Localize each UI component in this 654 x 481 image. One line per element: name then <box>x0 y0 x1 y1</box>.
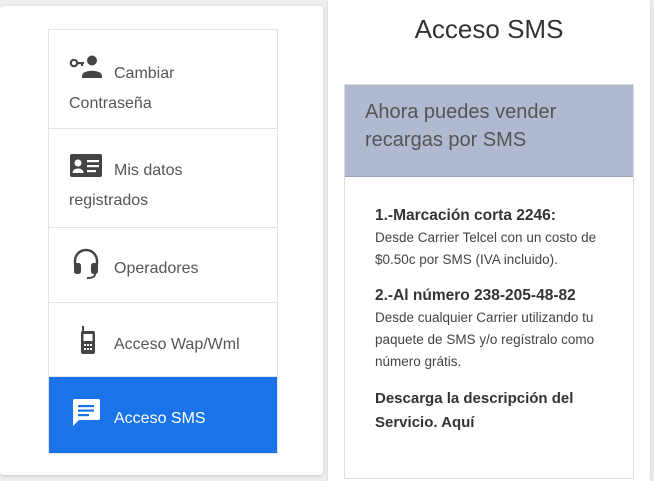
sms-info-panel: Ahora puedes vender recargas por SMS 1.-… <box>344 84 634 479</box>
sidebar-item-label: Acceso Wap/Wml <box>114 336 240 353</box>
sidebar-item-mis-datos[interactable]: Mis datos registrados <box>49 129 277 228</box>
step-item: 2.-Al número 238-205-48-82 Desde cualqui… <box>375 285 605 373</box>
sidebar-item-label: Acceso SMS <box>114 410 206 427</box>
sidebar-item-cambiar-contrasena[interactable]: Cambiar Contraseña <box>49 30 277 129</box>
step-title: 1.-Marcación corta 2246: <box>375 207 556 224</box>
mobile-phone-icon <box>80 325 96 366</box>
headset-icon <box>73 248 99 291</box>
step-title: 2.-Al número 238-205-48-82 <box>375 287 576 304</box>
sidebar-card: Cambiar Contraseña Mis datos registrados <box>0 6 323 475</box>
step-text: Desde Carrier Telcel con un costo de $0.… <box>375 230 597 267</box>
sidebar-item-operadores[interactable]: Operadores <box>49 228 277 303</box>
info-body: 1.-Marcación corta 2246: Desde Carrier T… <box>345 177 633 435</box>
sidebar-menu: Cambiar Contraseña Mis datos registrados <box>48 29 278 454</box>
sidebar-item-label: Mis datos registrados <box>69 162 183 209</box>
step-text: Desde cualquier Carrier utilizando tu pa… <box>375 310 595 369</box>
step-item: 1.-Marcación corta 2246: Desde Carrier T… <box>375 205 605 271</box>
main-card: Acceso SMS Ahora puedes vender recargas … <box>328 0 650 481</box>
download-link[interactable]: Descarga la descripción del Servicio. Aq… <box>375 387 605 435</box>
sidebar-item-acceso-sms[interactable]: Acceso SMS <box>49 377 277 453</box>
info-banner: Ahora puedes vender recargas por SMS <box>345 85 633 177</box>
sidebar-item-acceso-wap[interactable]: Acceso Wap/Wml <box>49 303 277 377</box>
sms-message-icon <box>71 397 101 438</box>
sidebar-item-label: Operadores <box>114 260 199 277</box>
sidebar-item-label: Cambiar Contraseña <box>69 65 175 112</box>
page-title: Acceso SMS <box>414 14 564 44</box>
